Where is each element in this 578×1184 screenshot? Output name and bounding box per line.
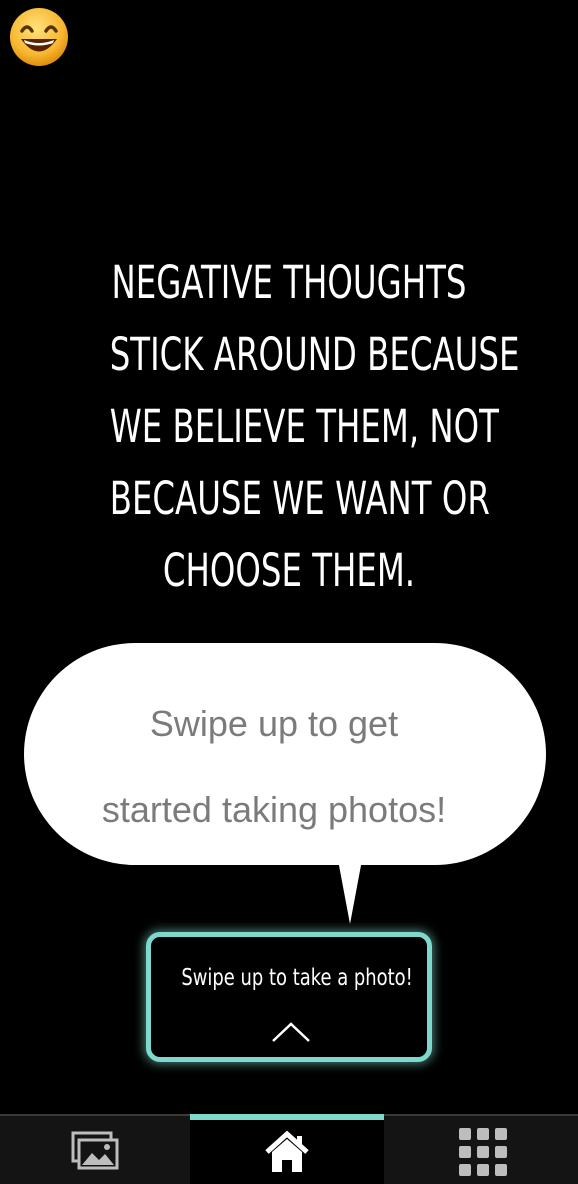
gallery-icon <box>71 1131 119 1170</box>
smiling-face-icon[interactable] <box>8 6 70 68</box>
take-photo-prompt[interactable]: Swipe up to take a photo! <box>146 932 432 1062</box>
tooltip-line: started taking photos! <box>101 789 447 830</box>
chevron-up-icon <box>272 1022 310 1042</box>
tooltip-text: Swipe up to get started taking photos! <box>24 681 524 853</box>
quote-line: CHOOSE THEM. <box>162 544 416 597</box>
quote-line: BECAUSE WE WANT OR <box>109 472 490 525</box>
take-photo-label: Swipe up to take a photo! <box>181 965 413 991</box>
quote-line: WE BELIEVE THEM, NOT <box>109 400 499 453</box>
tooltip-pointer <box>338 860 362 924</box>
tooltip-line: Swipe up to get <box>149 703 399 744</box>
quote-line: NEGATIVE THOUGHTS <box>111 256 467 309</box>
quote-line: STICK AROUND BECAUSE <box>109 328 520 381</box>
daily-quote: NEGATIVE THOUGHTS STICK AROUND BECAUSE W… <box>109 247 520 607</box>
tab-home[interactable] <box>190 1114 384 1184</box>
grid-menu-icon <box>459 1128 507 1176</box>
home-icon <box>265 1130 309 1172</box>
bottom-tab-bar <box>0 1114 578 1184</box>
tab-gallery[interactable] <box>0 1116 190 1184</box>
tab-menu[interactable] <box>384 1116 578 1184</box>
